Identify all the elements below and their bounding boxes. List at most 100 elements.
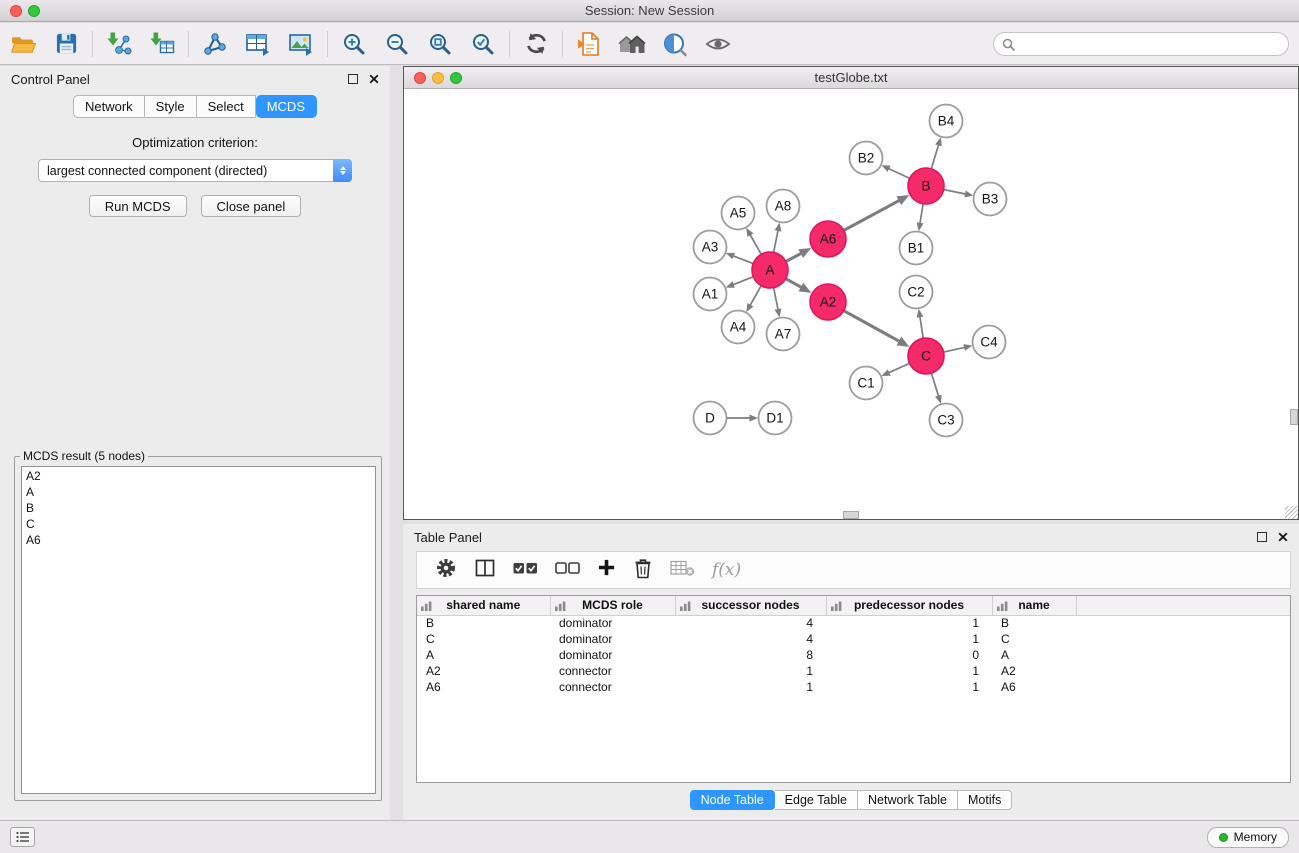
network-canvas[interactable]: B4B2BB3A5A8A6B1A3AA1C2A2A4A7C4CC1C3DD1: [404, 89, 1298, 519]
result-item[interactable]: C: [22, 516, 375, 532]
table-cell[interactable]: A: [417, 647, 550, 663]
tab-motifs[interactable]: Motifs: [958, 790, 1012, 810]
graph-edge-B-B2[interactable]: [889, 169, 910, 179]
table-cell[interactable]: 4: [675, 631, 826, 647]
graph-edge-C-C3[interactable]: [931, 373, 938, 396]
graph-node-C1[interactable]: C1: [850, 367, 883, 400]
table-cell[interactable]: A2: [417, 663, 550, 679]
table-cell[interactable]: A2: [992, 663, 1076, 679]
result-item[interactable]: A: [22, 484, 375, 500]
table-cell[interactable]: B: [992, 615, 1076, 631]
graph-node-B[interactable]: B: [908, 168, 944, 204]
graph-edge-A-A3[interactable]: [733, 256, 753, 264]
save-session-button[interactable]: [47, 27, 85, 61]
table-cell[interactable]: 4: [675, 615, 826, 631]
new-table-button[interactable]: [239, 27, 277, 61]
select-all-button[interactable]: [513, 558, 538, 583]
search-box[interactable]: [993, 32, 1289, 56]
graph-node-B3[interactable]: B3: [974, 183, 1007, 216]
table-cell[interactable]: A: [992, 647, 1076, 663]
column-header-shared-name[interactable]: shared name: [417, 596, 550, 615]
graph-node-C3[interactable]: C3: [930, 404, 963, 437]
graph-edge-A-A6[interactable]: [786, 253, 801, 261]
zoom-fit-button[interactable]: [421, 27, 459, 61]
graph-edge-A-A7[interactable]: [774, 288, 778, 310]
graph-edge-A2-C[interactable]: [844, 311, 900, 342]
table-cell[interactable]: 8: [675, 647, 826, 663]
table-cell[interactable]: connector: [550, 679, 675, 695]
table-cell[interactable]: C: [417, 631, 550, 647]
close-window-button[interactable]: [10, 5, 22, 17]
table-row[interactable]: A6connector11A6: [417, 679, 1290, 695]
table-row[interactable]: Adominator80A: [417, 647, 1290, 663]
search-input[interactable]: [1020, 37, 1288, 51]
result-item[interactable]: B: [22, 500, 375, 516]
graph-edge-C-C4[interactable]: [944, 347, 965, 352]
deselect-all-button[interactable]: [555, 558, 580, 583]
result-item[interactable]: A6: [22, 532, 375, 548]
table-cell[interactable]: dominator: [550, 615, 675, 631]
close-table-panel-button[interactable]: [1278, 532, 1288, 542]
graph-node-B1[interactable]: B1: [900, 232, 933, 265]
graph-node-C[interactable]: C: [908, 338, 944, 374]
tab-select[interactable]: Select: [197, 95, 256, 118]
table-cell[interactable]: A6: [992, 679, 1076, 695]
open-session-button[interactable]: [4, 27, 42, 61]
function-builder-button[interactable]: f(x): [712, 560, 741, 580]
resize-handle[interactable]: [1285, 506, 1298, 519]
graph-node-D[interactable]: D: [694, 402, 727, 435]
refresh-layout-button[interactable]: [517, 27, 555, 61]
export-document-button[interactable]: [570, 27, 608, 61]
table-cell[interactable]: 1: [826, 631, 992, 647]
network-minimize-button[interactable]: [432, 72, 444, 84]
tab-network-table[interactable]: Network Table: [858, 790, 958, 810]
graph-edge-A-A2[interactable]: [786, 279, 802, 288]
close-mcds-panel-button[interactable]: Close panel: [201, 195, 302, 217]
zoom-out-button[interactable]: [378, 27, 416, 61]
table-cell[interactable]: 1: [675, 679, 826, 695]
column-header-name[interactable]: name: [992, 596, 1076, 615]
table-row[interactable]: Cdominator41C: [417, 631, 1290, 647]
import-table-button[interactable]: [143, 27, 181, 61]
graph-node-B4[interactable]: B4: [930, 105, 963, 138]
table-cell[interactable]: 1: [826, 615, 992, 631]
table-cell[interactable]: A6: [417, 679, 550, 695]
graph-node-C4[interactable]: C4: [973, 326, 1006, 359]
table-cell[interactable]: dominator: [550, 647, 675, 663]
table-cell[interactable]: connector: [550, 663, 675, 679]
table-cell[interactable]: C: [992, 631, 1076, 647]
delete-column-button[interactable]: [633, 557, 653, 584]
graph-node-B2[interactable]: B2: [850, 142, 883, 175]
visibility-button[interactable]: [699, 27, 737, 61]
import-network-button[interactable]: [100, 27, 138, 61]
float-table-panel-button[interactable]: [1257, 532, 1267, 542]
graph-edge-A-A8[interactable]: [774, 231, 778, 253]
add-column-button[interactable]: [597, 558, 616, 582]
graph-node-D1[interactable]: D1: [759, 402, 792, 435]
graph-node-A6[interactable]: A6: [810, 221, 846, 257]
table-row[interactable]: Bdominator41B: [417, 615, 1290, 631]
network-graph[interactable]: B4B2BB3A5A8A6B1A3AA1C2A2A4A7C4CC1C3DD1: [404, 89, 1298, 519]
mcds-result-list[interactable]: A2ABCA6: [21, 466, 376, 794]
column-header-MCDS-role[interactable]: MCDS role: [550, 596, 675, 615]
graph-edge-B-B1[interactable]: [920, 204, 923, 224]
zoom-selected-button[interactable]: [464, 27, 502, 61]
graph-edge-A-A4[interactable]: [750, 286, 761, 306]
network-close-button[interactable]: [414, 72, 426, 84]
task-history-button[interactable]: [10, 827, 35, 847]
graph-edge-C-C2[interactable]: [920, 317, 923, 339]
vertical-scrollbar[interactable]: [1290, 409, 1298, 425]
optimization-criterion-select[interactable]: largest connected component (directed): [38, 159, 352, 182]
table-cell[interactable]: 0: [826, 647, 992, 663]
zoom-in-button[interactable]: [335, 27, 373, 61]
network-zoom-button[interactable]: [450, 72, 462, 84]
graph-node-A8[interactable]: A8: [767, 190, 800, 223]
export-image-button[interactable]: [282, 27, 320, 61]
table-cell[interactable]: 1: [675, 663, 826, 679]
graph-edge-A-A5[interactable]: [750, 235, 761, 255]
graph-node-A5[interactable]: A5: [722, 197, 755, 230]
graphics-details-button[interactable]: [656, 27, 694, 61]
tab-mcds[interactable]: MCDS: [256, 95, 317, 118]
tab-node-table[interactable]: Node Table: [690, 790, 775, 810]
table-cell[interactable]: B: [417, 615, 550, 631]
